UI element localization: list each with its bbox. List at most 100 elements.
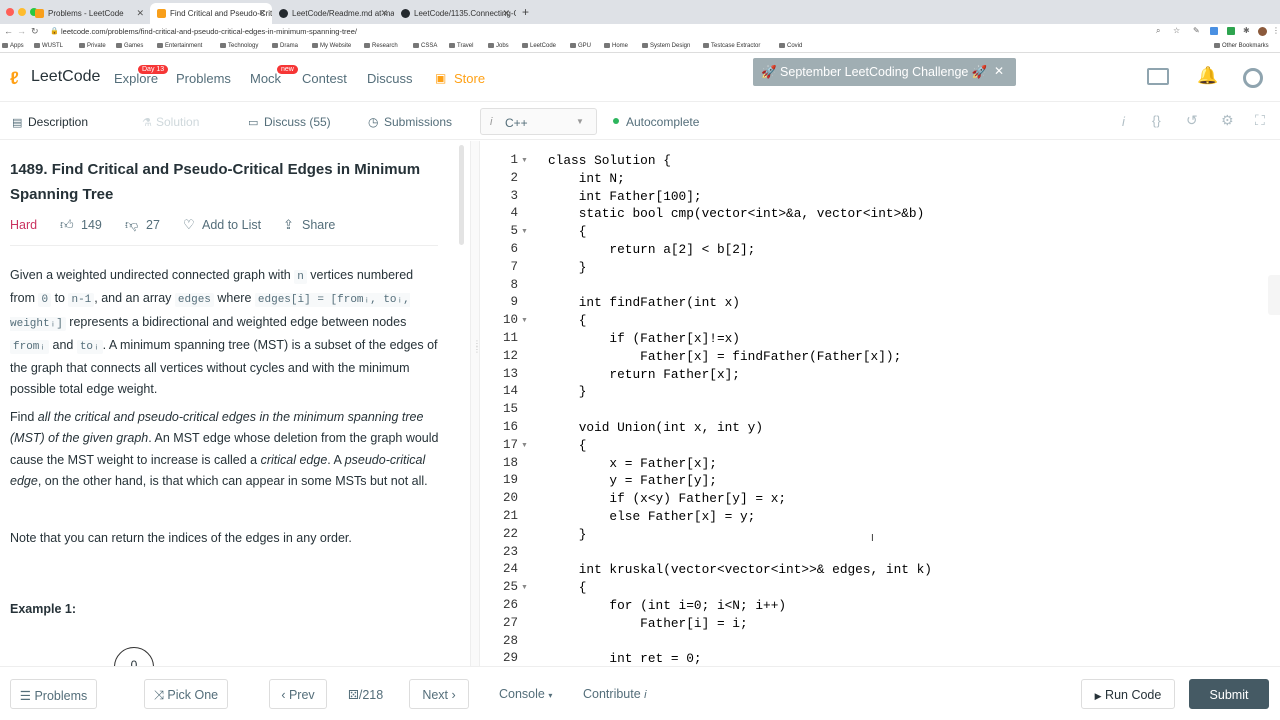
bookmark-item[interactable]: Travel	[449, 43, 473, 49]
tab-discuss[interactable]: Discuss (55)	[264, 115, 331, 129]
url-field[interactable]: leetcode.com/problems/find-critical-and-…	[61, 27, 357, 36]
tab-solution[interactable]: Solution	[156, 115, 199, 129]
problems-list-button[interactable]: ☰ Problems	[10, 679, 97, 709]
code-line[interactable]: for (int i=0; i<N; i++)	[548, 598, 786, 613]
bookmark-item[interactable]: CSSA	[413, 43, 437, 49]
close-tab-icon[interactable]: ✕	[136, 8, 144, 19]
submit-button[interactable]: Submit	[1189, 679, 1269, 709]
code-line[interactable]: Father[x] = findFather(Father[x]);	[548, 349, 901, 364]
close-tab-icon[interactable]: ✕	[502, 8, 510, 19]
code-line[interactable]: static bool cmp(vector<int>&a, vector<in…	[548, 206, 925, 221]
puzzle-icon[interactable]: ✱	[1243, 26, 1250, 35]
code-line[interactable]: Father[i] = i;	[548, 616, 748, 631]
code-editor[interactable]: 1 ▼ 2 3 4 5 ▼ 6 7 8 9 10 ▼ 11 12 13 14 15 16 17 ▼ 18 19 20 21 22 2…	[481, 141, 1280, 666]
autocomplete-toggle[interactable]: Autocomplete	[626, 115, 699, 129]
add-to-list-button[interactable]: Add to List	[202, 218, 261, 232]
contribute-button[interactable]: Contribute i	[583, 687, 647, 701]
notification-bell-icon[interactable]: 🔔	[1197, 66, 1218, 86]
braces-icon[interactable]: {}	[1152, 113, 1161, 128]
panel-splitter[interactable]: ⋮ ⋮	[470, 141, 481, 666]
code-line[interactable]: int Father[100];	[548, 189, 702, 204]
pick-one-button[interactable]: ⤨ Pick One	[144, 679, 228, 709]
code-line[interactable]: }	[548, 527, 587, 542]
share-button[interactable]: Share	[302, 218, 335, 232]
code-line[interactable]: int ret = 0;	[548, 651, 701, 666]
nav-mock[interactable]: Mock	[250, 71, 281, 86]
bookmark-item[interactable]: System Design	[642, 43, 690, 49]
profile-avatar-icon[interactable]	[1258, 27, 1267, 36]
close-tab-icon[interactable]: ✕	[258, 8, 266, 19]
fold-toggle-icon[interactable]: ▼	[521, 317, 528, 324]
bookmark-item[interactable]: GPU	[570, 43, 591, 49]
user-avatar-icon[interactable]	[1243, 68, 1263, 88]
close-banner-icon[interactable]: ✕	[994, 64, 1004, 78]
nav-store[interactable]: Store	[454, 71, 485, 86]
fold-toggle-icon[interactable]: ▼	[521, 228, 528, 235]
side-tab-handle[interactable]	[1268, 275, 1280, 315]
browser-tab[interactable]: LeetCode/Readme.md at mas ✕	[272, 3, 394, 24]
fullscreen-icon[interactable]: ⛶	[1255, 112, 1265, 129]
back-icon[interactable]: ←	[4, 26, 13, 36]
code-line[interactable]: int findFather(int x)	[548, 295, 740, 310]
code-line[interactable]: void Union(int x, int y)	[548, 420, 763, 435]
code-line[interactable]: return Father[x];	[548, 367, 740, 382]
close-tab-icon[interactable]: ✕	[380, 8, 388, 19]
code-line[interactable]: class Solution {	[548, 153, 671, 168]
code-line[interactable]: }	[548, 260, 587, 275]
bookmark-star-icon[interactable]: ☆	[1173, 26, 1180, 35]
bookmark-item[interactable]: Testcase Extractor	[703, 43, 760, 49]
thumbs-up-icon[interactable]: 👍︎	[60, 217, 74, 233]
brand-name[interactable]: LeetCode	[31, 68, 100, 86]
code-line[interactable]: if (Father[x]!=x)	[548, 331, 740, 346]
nav-discuss[interactable]: Discuss	[367, 71, 413, 86]
reload-icon[interactable]: ↻	[31, 26, 39, 37]
bookmark-item[interactable]: WUSTL	[34, 43, 63, 49]
code-line[interactable]: {	[548, 313, 587, 328]
bookmark-item[interactable]: Home	[604, 43, 628, 49]
code-line[interactable]: y = Father[y];	[548, 473, 717, 488]
bookmark-item[interactable]: Technology	[220, 43, 258, 49]
fold-toggle-icon[interactable]: ▼	[521, 157, 528, 164]
bookmark-item[interactable]: Covid	[779, 43, 802, 49]
language-select[interactable]: i C++ ▼	[480, 108, 597, 135]
other-bookmarks[interactable]: Other Bookmarks	[1214, 43, 1269, 49]
code-line[interactable]: int N;	[548, 171, 625, 186]
description-scrollbar[interactable]	[459, 145, 464, 245]
nav-contest[interactable]: Contest	[302, 71, 347, 86]
zoom-icon[interactable]: ⌕	[1156, 26, 1160, 36]
code-line[interactable]: {	[548, 224, 587, 239]
leetcode-logo-icon[interactable]: ℓ	[10, 68, 19, 89]
minimize-window-icon[interactable]	[18, 8, 26, 16]
bookmark-item[interactable]: Apps	[2, 43, 24, 49]
bookmark-item[interactable]: Drama	[272, 43, 298, 49]
browser-tab[interactable]: LeetCode/1135.Connecting-Ci ✕	[394, 3, 516, 24]
thumbs-down-icon[interactable]: 👎︎	[125, 217, 138, 233]
tab-description[interactable]: Description	[28, 115, 88, 129]
reset-icon[interactable]: ↺	[1186, 112, 1198, 129]
bookmark-item[interactable]: Entertainment	[157, 43, 202, 49]
run-code-button[interactable]: ▶ Run Code	[1081, 679, 1175, 709]
bookmark-item[interactable]: My Website	[312, 43, 351, 49]
challenge-banner[interactable]: 🚀 September LeetCoding Challenge 🚀 ✕	[753, 58, 1016, 86]
bookmark-item[interactable]: Private	[79, 43, 106, 49]
close-window-icon[interactable]	[6, 8, 14, 16]
fold-toggle-icon[interactable]: ▼	[521, 584, 528, 591]
bookmark-item[interactable]: LeetCode	[522, 43, 556, 49]
code-line[interactable]: return a[2] < b[2];	[548, 242, 755, 257]
pen-extension-icon[interactable]: ✎	[1193, 26, 1200, 35]
playground-icon[interactable]	[1147, 68, 1169, 85]
nav-problems[interactable]: Problems	[176, 71, 231, 86]
code-line[interactable]: int kruskal(vector<vector<int>>& edges, …	[548, 562, 932, 577]
code-line[interactable]: {	[548, 580, 587, 595]
new-tab-button[interactable]: +	[522, 5, 529, 19]
bookmark-item[interactable]: Jobs	[488, 43, 509, 49]
tab-submissions[interactable]: Submissions	[384, 115, 452, 129]
next-button[interactable]: Next ›	[409, 679, 469, 709]
fold-toggle-icon[interactable]: ▼	[521, 442, 528, 449]
info-icon[interactable]: i	[1122, 114, 1125, 129]
code-line[interactable]: {	[548, 438, 587, 453]
console-toggle[interactable]: Console ▾	[499, 687, 552, 701]
extension-icon[interactable]	[1227, 27, 1235, 35]
settings-gear-icon[interactable]: ⚙	[1221, 112, 1234, 129]
forward-icon[interactable]: →	[17, 26, 26, 36]
